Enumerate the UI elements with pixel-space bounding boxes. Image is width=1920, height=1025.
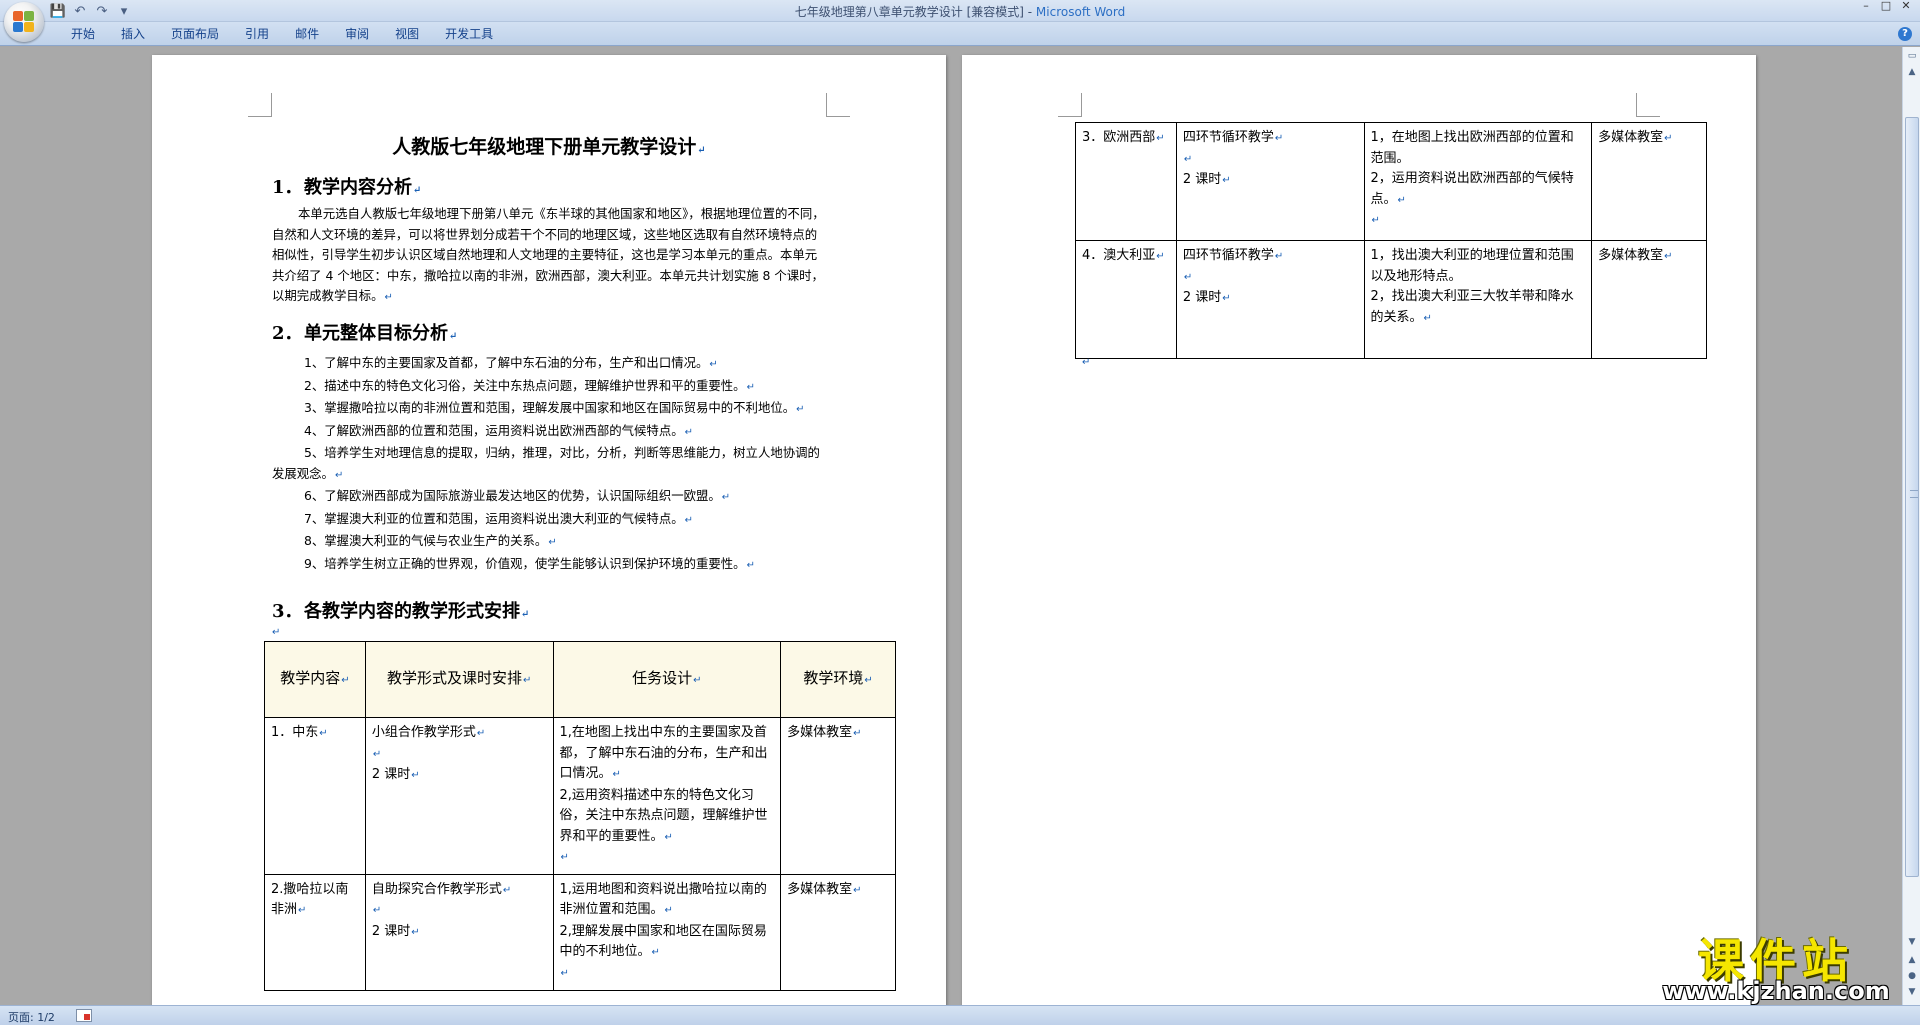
table-cell[interactable]: 多媒体教室↵ <box>780 717 896 875</box>
crop-mark <box>248 93 272 117</box>
objective-item: 1、了解中东的主要国家及首都，了解中东石油的分布，生产和出口情况。↵ <box>304 355 718 370</box>
table-cell[interactable]: 1,在地图上找出中东的主要国家及首都，了解中东石油的分布，生产和出口情况。↵ 2,… <box>552 717 782 875</box>
table-cell[interactable]: 多媒体教室↵ <box>1591 240 1707 359</box>
table-row: 2.撒哈拉以南非洲↵ 自助探究合作教学形式↵ ↵ 2 课时↵ 1,运用地图和资料说出… <box>264 873 896 991</box>
document-workspace: 人教版七年级地理下册单元教学设计↵ 1．教学内容分析↵ 本单元选自人教版七年级地… <box>0 47 1902 1005</box>
crop-mark <box>1636 93 1660 117</box>
window-controls: – □ ✕ <box>1858 0 1914 16</box>
table-cell[interactable]: 多媒体教室↵ <box>780 873 896 991</box>
objective-item: 2、描述中东的特色文化习俗，关注中东热点问题，理解维护世界和平的重要性。↵ <box>304 377 755 393</box>
help-icon[interactable]: ? <box>1898 27 1912 41</box>
status-bar: 页面: 1/2 <box>0 1005 1920 1025</box>
paragraph-mark: ↵ <box>1082 357 1091 368</box>
table-cell[interactable]: 多媒体教室↵ <box>1591 122 1707 241</box>
title-bar: 💾 ↶ ↷ ▾ 七年级地理第八章单元教学设计 [兼容模式] - Microsof… <box>0 0 1920 22</box>
objective-list: 1、了解中东的主要国家及首都，了解中东石油的分布，生产和出口情况。↵ 2、描述中… <box>272 353 827 576</box>
table-cell[interactable]: 1，找出澳大利亚的地理位置和范围以及地形特点。 2，找出澳大利亚三大牧羊带和降水的… <box>1363 240 1593 359</box>
scroll-down-icon[interactable]: ▼ <box>1905 935 1919 949</box>
scrollbar-grip-icon <box>1910 490 1918 498</box>
maximize-button[interactable]: □ <box>1878 0 1894 14</box>
tab-mailings[interactable]: 邮件 <box>282 22 332 46</box>
tab-home[interactable]: 开始 <box>58 22 108 46</box>
table-row: 1．中东↵ 小组合作教学形式↵ ↵ 2 课时↵ 1,在地图上找出中东的主要国家及首都… <box>264 717 896 875</box>
section-heading-3: 3．各教学内容的教学形式安排↵ <box>272 601 530 622</box>
minimize-button[interactable]: – <box>1858 0 1874 14</box>
table-cell[interactable]: 自助探究合作教学形式↵ ↵ 2 课时↵ <box>364 873 554 991</box>
tab-insert[interactable]: 插入 <box>108 22 158 46</box>
site-watermark: 课件站 www.kjzhan.com <box>1646 925 1906 1005</box>
tab-review[interactable]: 审阅 <box>332 22 382 46</box>
table-header-cell: 教学内容↵ <box>264 641 366 718</box>
paragraph-mark: ↵ <box>272 627 281 638</box>
table-cell[interactable]: 1．中东↵ <box>264 717 366 875</box>
table-cell[interactable]: 四环节循环教学↵ ↵ 2 课时↵ <box>1175 122 1365 241</box>
objective-item: 4、了解欧洲西部的位置和范围，运用资料说出欧洲西部的气候特点。↵ <box>304 422 693 438</box>
document-page-1[interactable]: 人教版七年级地理下册单元教学设计↵ 1．教学内容分析↵ 本单元选自人教版七年级地… <box>152 55 946 1005</box>
previous-page-icon[interactable]: ▲ <box>1905 953 1919 967</box>
crop-mark <box>1058 93 1082 117</box>
app-name: Microsoft Word <box>1035 5 1126 19</box>
select-browse-object-icon[interactable]: ● <box>1905 969 1919 983</box>
objective-item: 9、培养学生树立正确的世界观，价值观，使学生能够认识到保护环境的重要性。↵ <box>304 555 755 571</box>
objective-item: 8、掌握澳大利亚的气候与农业生产的关系。↵ <box>304 533 557 548</box>
table-header-row: 教学内容↵ 教学形式及课时安排↵ 任务设计↵ 教学环境↵ <box>264 641 896 718</box>
window-title: 七年级地理第八章单元教学设计 [兼容模式] - Microsoft Word <box>0 3 1920 20</box>
tab-references[interactable]: 引用 <box>232 22 282 46</box>
table-cell[interactable]: 2.撒哈拉以南非洲↵ <box>264 873 366 991</box>
table-cell[interactable]: 4．澳大利亚↵ <box>1075 240 1177 359</box>
objective-item: 3、掌握撒哈拉以南的非洲位置和范围，理解发展中国家和地区在国际贸易中的不利地位。… <box>304 400 805 415</box>
objective-item: 5、培养学生对地理信息的提取，归纳，推理，对比，分析，判断等思维能力，树立人地协… <box>272 445 820 481</box>
table-cell[interactable]: 四环节循环教学↵ ↵ 2 课时↵ <box>1175 240 1365 359</box>
tab-page-layout[interactable]: 页面布局 <box>158 22 232 46</box>
section-heading-2: 2．单元整体目标分析↵ <box>272 323 458 344</box>
vertical-scrollbar[interactable]: ▭ ▲ ▼ ▲ ● ▼ <box>1902 47 1920 1005</box>
table-cell[interactable]: 小组合作教学形式↵ ↵ 2 课时↵ <box>364 717 554 875</box>
document-page-2[interactable]: 3．欧洲西部↵ 四环节循环教学↵ ↵ 2 课时↵ 1，在地图上找出欧洲西部的位置和范… <box>962 55 1756 1005</box>
ribbon-tab-bar: 开始 插入 页面布局 引用 邮件 审阅 视图 开发工具 ? <box>0 22 1920 46</box>
table-header-cell: 教学环境↵ <box>780 641 896 718</box>
next-page-icon[interactable]: ▼ <box>1905 985 1919 999</box>
teaching-arrangement-table-continued: 3．欧洲西部↵ 四环节循环教学↵ ↵ 2 课时↵ 1，在地图上找出欧洲西部的位置和范… <box>1075 122 1707 359</box>
proofing-icon[interactable] <box>76 1009 92 1022</box>
table-cell[interactable]: 1，在地图上找出欧洲西部的位置和范围。 2，运用资料说出欧洲西部的气候特点。↵ ↵ <box>1363 122 1593 241</box>
table-cell[interactable]: 1,运用地图和资料说出撒哈拉以南的非洲位置和范围。↵ 2,理解发展中国家和地区在国… <box>552 873 782 991</box>
teaching-arrangement-table: 教学内容↵ 教学形式及课时安排↵ 任务设计↵ 教学环境↵ 1．中东↵ 小组合作教… <box>264 641 896 991</box>
tab-view[interactable]: 视图 <box>382 22 432 46</box>
office-button[interactable] <box>4 2 44 42</box>
page-count[interactable]: 页面: 1/2 <box>8 1009 55 1025</box>
section-heading-1: 1．教学内容分析↵ <box>272 177 422 198</box>
table-cell[interactable]: 3．欧洲西部↵ <box>1075 122 1177 241</box>
objective-item: 7、掌握澳大利亚的位置和范围，运用资料说出澳大利亚的气候特点。↵ <box>304 510 693 526</box>
table-header-cell: 任务设计↵ <box>552 641 782 718</box>
scrollbar-thumb[interactable] <box>1905 117 1919 877</box>
office-logo-icon <box>13 11 35 33</box>
close-button[interactable]: ✕ <box>1898 0 1914 14</box>
document-title: 七年级地理第八章单元教学设计 [兼容模式] - <box>794 5 1036 19</box>
crop-mark <box>826 93 850 117</box>
intro-paragraph: 本单元选自人教版七年级地理下册第八单元《东半球的其他国家和地区》，根据地理位置的… <box>272 206 825 303</box>
tab-developer[interactable]: 开发工具 <box>432 22 506 46</box>
objective-item: 6、了解欧洲西部成为国际旅游业最发达地区的优势，认识国际组织一欧盟。↵ <box>304 488 731 503</box>
table-row: 3．欧洲西部↵ 四环节循环教学↵ ↵ 2 课时↵ 1，在地图上找出欧洲西部的位置和范… <box>1075 122 1707 241</box>
table-header-cell: 教学形式及课时安排↵ <box>364 641 554 718</box>
scroll-up-icon[interactable]: ▲ <box>1905 65 1919 79</box>
watermark-url: www.kjzhan.com <box>1662 977 1890 1005</box>
document-title-heading: 人教版七年级地理下册单元教学设计↵ <box>392 136 706 158</box>
ruler-toggle-icon[interactable]: ▭ <box>1905 49 1919 63</box>
table-row: 4．澳大利亚↵ 四环节循环教学↵ ↵ 2 课时↵ 1，找出澳大利亚的地理位置和范围以… <box>1075 240 1707 359</box>
